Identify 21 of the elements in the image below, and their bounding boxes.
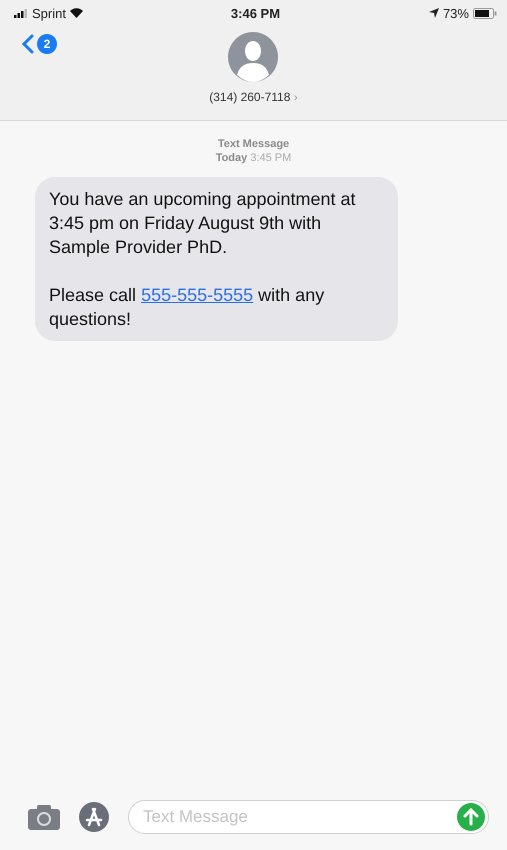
send-icon[interactable] [457,803,485,831]
unread-badge: 2 [37,34,57,54]
app-store-icon[interactable] [78,801,110,833]
message-text: You have an upcoming appointment at 3:45 pm on Friday August 9th with Sample Provider PhD. [49,188,357,259]
message-input[interactable]: Text Message [128,800,489,834]
battery-icon [472,8,497,18]
message-timestamp: Today 3:45 PM [216,151,292,165]
contact-number[interactable]: (314) 260-7118 › [209,90,298,104]
camera-icon[interactable] [28,804,60,830]
back-button[interactable]: 2 [22,34,57,54]
avatar-icon[interactable] [228,32,278,82]
phone-link[interactable]: 555-555-5555 [141,285,254,305]
message-text: Please call 555-555-5555 with any questions! [49,284,326,331]
battery-percent: 73% [442,6,469,20]
back-chevron-icon [22,34,34,54]
status-time: 3:46 PM [230,6,280,20]
service-label: Text Message [218,137,290,151]
signal-icon [14,8,28,18]
carrier-name: Sprint [32,6,66,20]
location-icon [428,8,439,18]
wifi-icon [70,8,83,18]
